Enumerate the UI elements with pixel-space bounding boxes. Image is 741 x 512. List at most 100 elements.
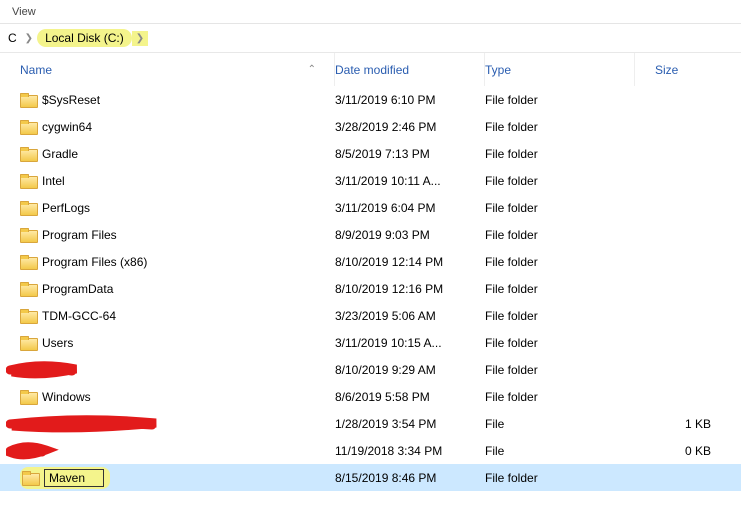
file-name-label: Users — [42, 336, 73, 350]
cell-date: 1/28/2019 3:54 PM — [335, 417, 485, 431]
chevron-right-icon: ❯ — [21, 33, 37, 44]
cell-name: ProgramData — [0, 282, 335, 296]
sort-indicator-icon: ⌃ — [308, 64, 334, 75]
file-name-label: Windows — [42, 390, 91, 404]
folder-icon — [22, 471, 38, 485]
header-name[interactable]: Name ⌃ — [0, 53, 335, 86]
file-name-label: ProgramData — [42, 282, 113, 296]
file-name-label: Program Files — [42, 228, 117, 242]
folder-icon — [20, 201, 36, 215]
file-name-label: PerfLogs — [42, 201, 90, 215]
cell-type: File folder — [485, 120, 635, 134]
cell-name: Program Files — [0, 228, 335, 242]
cell-size: 0 KB — [635, 444, 741, 458]
cell-type: File folder — [485, 282, 635, 296]
breadcrumb-current[interactable]: Local Disk (C:) — [37, 29, 132, 47]
cell-date: 8/10/2019 9:29 AM — [335, 363, 485, 377]
cell-name: Intel — [0, 174, 335, 188]
cell-type: File — [485, 417, 635, 431]
cell-name: cygwin64 — [0, 120, 335, 134]
cell-type: File folder — [485, 201, 635, 215]
cell-name — [0, 363, 335, 377]
column-headers: Name ⌃ Date modified Type Size — [0, 52, 741, 86]
table-row[interactable]: cygwin64 3/28/2019 2:46 PMFile folder — [0, 113, 741, 140]
table-row[interactable]: Gradle 8/5/2019 7:13 PMFile folder — [0, 140, 741, 167]
ribbon-tabs: View — [0, 0, 741, 24]
table-row[interactable]: TDM-GCC-64 3/23/2019 5:06 AMFile folder — [0, 302, 741, 329]
file-name-label: $SysReset — [42, 93, 100, 107]
folder-icon — [20, 309, 36, 323]
table-row[interactable]: Program Files (x86)8/10/2019 12:14 PMFil… — [0, 248, 741, 275]
table-row[interactable]: Maven 8/15/2019 8:46 PMFile folder — [0, 464, 741, 491]
cell-date: 3/23/2019 5:06 AM — [335, 309, 485, 323]
cell-date: 11/19/2018 3:34 PM — [335, 444, 485, 458]
cell-date: 3/11/2019 10:11 A... — [335, 174, 485, 188]
folder-icon — [20, 336, 36, 350]
cell-type: File folder — [485, 309, 635, 323]
cell-name — [0, 417, 335, 431]
cell-date: 3/11/2019 6:04 PM — [335, 201, 485, 215]
file-name-label: TDM-GCC-64 — [42, 309, 116, 323]
table-row[interactable]: PerfLogs 3/11/2019 6:04 PMFile folder — [0, 194, 741, 221]
cell-name — [0, 444, 335, 458]
cell-type: File folder — [485, 93, 635, 107]
cell-name: TDM-GCC-64 — [0, 309, 335, 323]
table-row[interactable]: Windows8/6/2019 5:58 PMFile folder — [0, 383, 741, 410]
table-row[interactable]: 11/19/2018 3:34 PMFile0 KB — [0, 437, 741, 464]
cell-type: File folder — [485, 471, 635, 485]
cell-type: File — [485, 444, 635, 458]
cell-name: Maven — [0, 467, 335, 489]
file-name-label: cygwin64 — [42, 120, 92, 134]
header-date[interactable]: Date modified — [335, 53, 485, 86]
table-row[interactable]: Users 3/11/2019 10:15 A...File folder — [0, 329, 741, 356]
cell-name: Windows — [0, 390, 335, 404]
cell-name: PerfLogs — [0, 201, 335, 215]
file-name-label: Program Files (x86) — [42, 255, 147, 269]
breadcrumb-root[interactable]: C — [4, 29, 21, 47]
table-row[interactable]: 8/10/2019 9:29 AMFile folder — [0, 356, 741, 383]
table-row[interactable]: 1/28/2019 3:54 PMFile1 KB — [0, 410, 741, 437]
cell-size: 1 KB — [635, 417, 741, 431]
header-name-label: Name — [20, 63, 52, 77]
folder-icon — [20, 390, 36, 404]
header-type-label: Type — [485, 63, 511, 77]
cell-type: File folder — [485, 390, 635, 404]
table-row[interactable]: ProgramData 8/10/2019 12:16 PMFile folder — [0, 275, 741, 302]
folder-icon — [20, 282, 36, 296]
rename-input[interactable]: Maven — [44, 469, 104, 487]
breadcrumb[interactable]: C ❯ Local Disk (C:) ❯ — [0, 24, 741, 52]
redaction-mark — [10, 444, 60, 458]
header-size[interactable]: Size — [635, 53, 741, 86]
table-row[interactable]: $SysReset 3/11/2019 6:10 PMFile folder — [0, 86, 741, 113]
cell-date: 3/11/2019 6:10 PM — [335, 93, 485, 107]
file-name-label: Intel — [42, 174, 65, 188]
cell-name: Program Files (x86) — [0, 255, 335, 269]
cell-date: 8/15/2019 8:46 PM — [335, 471, 485, 485]
cell-type: File folder — [485, 147, 635, 161]
tab-view[interactable]: View — [6, 4, 42, 20]
table-row[interactable]: Intel3/11/2019 10:11 A...File folder — [0, 167, 741, 194]
header-date-label: Date modified — [335, 63, 409, 77]
folder-icon — [20, 228, 36, 242]
cell-type: File folder — [485, 228, 635, 242]
header-size-label: Size — [655, 63, 678, 77]
cell-type: File folder — [485, 336, 635, 350]
redaction-mark — [10, 417, 170, 431]
cell-name: Gradle — [0, 147, 335, 161]
table-row[interactable]: Program Files 8/9/2019 9:03 PMFile folder — [0, 221, 741, 248]
cell-date: 8/5/2019 7:13 PM — [335, 147, 485, 161]
folder-icon — [20, 147, 36, 161]
redaction-mark — [10, 363, 90, 377]
cell-type: File folder — [485, 363, 635, 377]
cell-date: 3/28/2019 2:46 PM — [335, 120, 485, 134]
chevron-right-icon: ❯ — [132, 31, 148, 46]
cell-date: 3/11/2019 10:15 A... — [335, 336, 485, 350]
folder-icon — [20, 174, 36, 188]
file-list: $SysReset3/11/2019 6:10 PMFile foldercyg… — [0, 86, 741, 491]
file-name-label: Gradle — [42, 147, 78, 161]
cell-date: 8/10/2019 12:16 PM — [335, 282, 485, 296]
cell-date: 8/10/2019 12:14 PM — [335, 255, 485, 269]
header-type[interactable]: Type — [485, 53, 635, 86]
cell-date: 8/9/2019 9:03 PM — [335, 228, 485, 242]
folder-icon — [20, 120, 36, 134]
